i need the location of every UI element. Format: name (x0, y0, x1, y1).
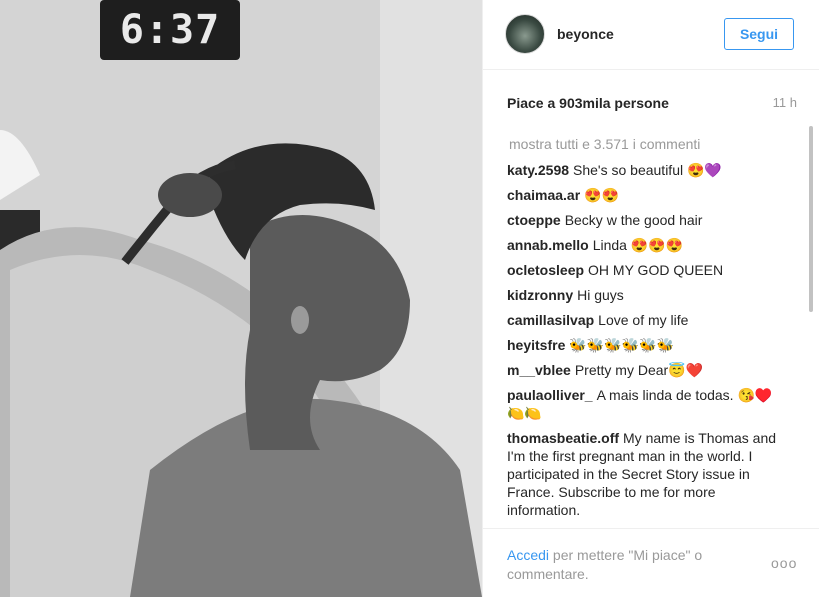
comment-user[interactable]: heyitsfre (507, 337, 565, 353)
comment: heyitsfre 🐝🐝🐝🐝🐝🐝 (507, 336, 787, 354)
comment-user[interactable]: ctoeppe (507, 212, 561, 228)
comment: paulaolliver_ A mais linda de todas. 😘♥️🍋… (507, 386, 787, 422)
comment-user[interactable]: paulaolliver_ (507, 387, 593, 403)
comment-user[interactable]: annab.mello (507, 237, 589, 253)
comment-user[interactable]: katy.2598 (507, 162, 569, 178)
likes-row: Piace a 903mila persone 11 h (507, 95, 797, 113)
login-prompt: Accedi per mettere "Mi piace" o commenta… (507, 546, 737, 584)
avatar[interactable] (505, 14, 545, 54)
comments-list[interactable]: mostra tutti e 3.571 i commenti katy.259… (507, 128, 787, 528)
more-options-icon[interactable]: ooo (771, 555, 797, 571)
clock-display: 6:37 (119, 7, 221, 53)
post-details-panel: beyonce Segui Piace a 903mila persone 11… (482, 0, 819, 597)
comment-text: Becky w the good hair (564, 212, 703, 228)
comment: chaimaa.ar 😍😍 (507, 186, 787, 204)
comment: ocletosleep OH MY GOD QUEEN (507, 261, 787, 279)
comment: kidzronny Hi guys (507, 286, 787, 304)
scrollbar-thumb[interactable] (809, 126, 813, 312)
comment: m__vblee Pretty my Dear😇❤️ (507, 361, 787, 379)
post-header: beyonce Segui (483, 0, 819, 70)
comment: thomasbeatie.off My name is Thomas and I'… (507, 429, 787, 519)
comment-text: 😍😍 (584, 187, 620, 203)
post-photo[interactable]: 6:37 (0, 0, 482, 597)
comment: ctoeppe Becky w the good hair (507, 211, 787, 229)
comment-user[interactable]: chaimaa.ar (507, 187, 580, 203)
comment: annab.mello Linda 😍😍😍 (507, 236, 787, 254)
comment-text: Linda 😍😍😍 (592, 237, 684, 253)
comment-text: Love of my life (598, 312, 689, 328)
follow-button[interactable]: Segui (724, 18, 794, 50)
comment: katy.2598 She's so beautiful 😍💜 (507, 161, 787, 179)
comment-text: 🐝🐝🐝🐝🐝🐝 (569, 337, 674, 353)
comment-user[interactable]: kidzronny (507, 287, 573, 303)
likes-count[interactable]: Piace a 903mila persone (507, 95, 669, 111)
comment-user[interactable]: camillasilvap (507, 312, 594, 328)
comment-user[interactable]: ocletosleep (507, 262, 584, 278)
comment: camillasilvap Love of my life (507, 311, 787, 329)
post-footer: Accedi per mettere "Mi piace" o commenta… (483, 528, 819, 597)
show-all-comments-link[interactable]: mostra tutti e 3.571 i commenti (509, 135, 787, 153)
comment-user[interactable]: m__vblee (507, 362, 571, 378)
comments-scrollbar[interactable] (809, 126, 813, 526)
username-link[interactable]: beyonce (557, 26, 614, 42)
post-timestamp[interactable]: 11 h (773, 95, 797, 110)
comment-text: Pretty my Dear😇❤️ (574, 362, 704, 378)
comment-text: OH MY GOD QUEEN (588, 262, 724, 278)
comment-user[interactable]: thomasbeatie.off (507, 430, 619, 446)
comment-text: Hi guys (577, 287, 624, 303)
login-link[interactable]: Accedi (507, 547, 549, 563)
comment-text: She's so beautiful 😍💜 (573, 162, 722, 178)
instagram-post-modal: 6:37 beyonce Segui Piace a 903mila perso… (0, 0, 819, 599)
photo-illustration (0, 0, 482, 597)
